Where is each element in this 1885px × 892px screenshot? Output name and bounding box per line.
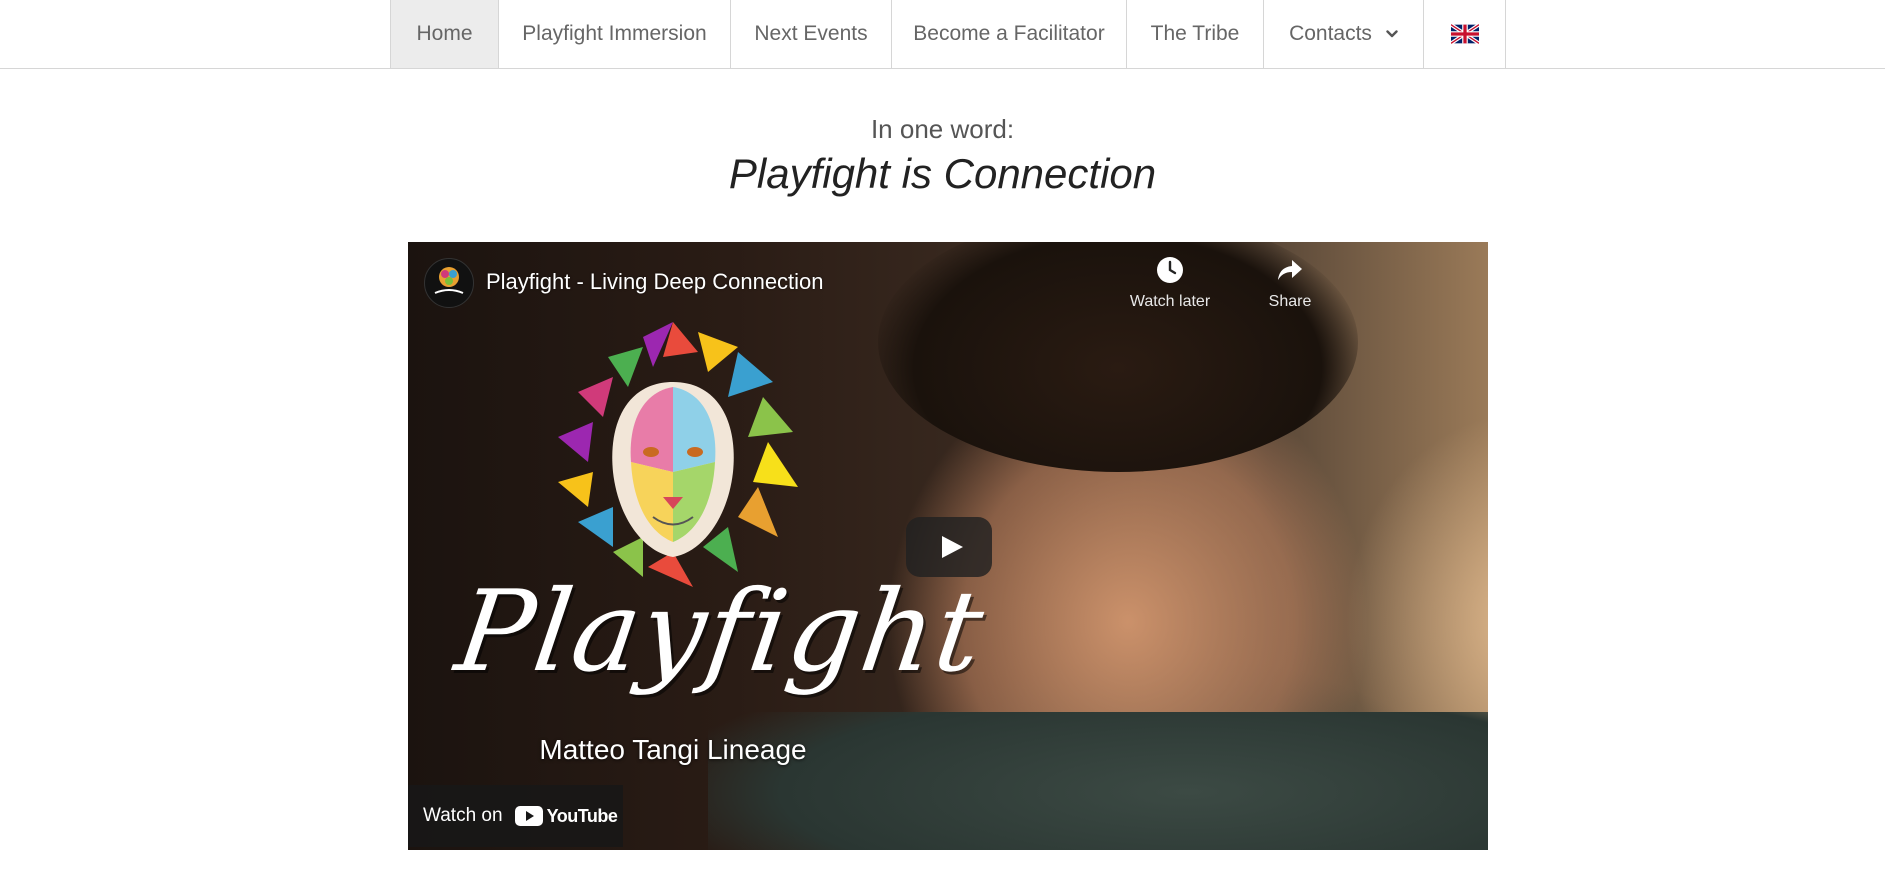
thumbnail-subtitle: Matteo Tangi Lineage — [539, 734, 807, 765]
nav-item-become-facilitator[interactable]: Become a Facilitator — [892, 0, 1127, 68]
watch-later-button[interactable]: Watch later — [1122, 256, 1218, 311]
play-icon — [942, 536, 963, 558]
nav-item-label: Become a Facilitator — [913, 22, 1105, 45]
share-icon — [1278, 260, 1302, 280]
top-navigation: Home Playfight Immersion Next Events Bec… — [0, 0, 1885, 69]
youtube-logo: YouTube — [514, 805, 618, 827]
nav-item-label: Playfight Immersion — [522, 22, 707, 45]
nav-menu: Home Playfight Immersion Next Events Bec… — [390, 0, 1506, 68]
youtube-video-embed[interactable]: Playfight - Living Deep Connection Watch… — [408, 242, 1488, 850]
channel-logo-icon — [434, 267, 464, 294]
nav-item-label: Next Events — [754, 22, 868, 45]
share-label: Share — [1268, 293, 1312, 310]
uk-flag-icon — [1450, 24, 1479, 44]
thumbnail-shadow — [708, 712, 1488, 850]
watch-on-youtube-button[interactable]: Watch on YouTube — [408, 785, 623, 847]
intro-subheading: In one word: — [870, 114, 1015, 144]
nav-item-label: The Tribe — [1150, 22, 1240, 45]
nav-item-playfight-immersion[interactable]: Playfight Immersion — [499, 0, 731, 68]
play-button[interactable] — [906, 517, 992, 577]
language-selector[interactable] — [1424, 0, 1506, 68]
nav-item-the-tribe[interactable]: The Tribe — [1127, 0, 1264, 68]
nav-item-home[interactable]: Home — [391, 0, 499, 68]
channel-avatar[interactable] — [424, 258, 474, 308]
thumbnail-script-title: Playfight — [448, 567, 993, 697]
nav-item-label: Contacts — [1289, 22, 1372, 45]
watch-on-label: Watch on — [423, 805, 503, 826]
watch-later-label: Watch later — [1129, 293, 1211, 310]
youtube-play-icon — [514, 806, 543, 826]
clock-icon — [1157, 257, 1183, 283]
video-title[interactable]: Playfight - Living Deep Connection — [486, 269, 824, 295]
youtube-wordmark: YouTube — [546, 805, 618, 826]
share-button[interactable]: Share — [1242, 256, 1338, 311]
nav-item-label: Home — [416, 22, 473, 45]
intro-heading: Playfight is Connection — [728, 150, 1157, 197]
nav-item-next-events[interactable]: Next Events — [731, 0, 892, 68]
chevron-down-icon — [1386, 30, 1398, 38]
nav-item-contacts[interactable]: Contacts — [1264, 0, 1424, 68]
